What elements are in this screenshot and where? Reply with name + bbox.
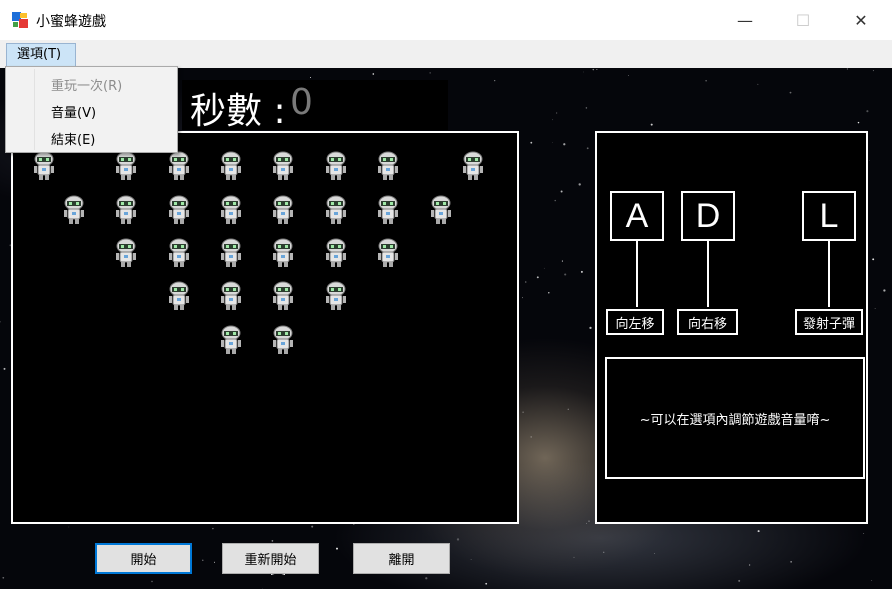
volume-hint: ~可以在選項內調節遊戲音量唷~ (605, 357, 865, 479)
menu-item-replay[interactable]: 重玩一次(R) (51, 75, 122, 94)
close-button[interactable]: ✕ (832, 0, 890, 40)
key-l-box: L (802, 191, 856, 241)
timer-value: 0 (290, 82, 313, 123)
robot-alien-icon (378, 151, 398, 180)
robot-alien-icon (116, 238, 136, 267)
robot-alien-icon (273, 238, 293, 267)
robot-alien-icon (116, 195, 136, 224)
key-a-connector (636, 241, 638, 307)
window-title: 小蜜蜂遊戲 (36, 14, 106, 30)
move-right-label: 向右移 (677, 309, 738, 335)
menu-options[interactable]: 選項(T) (6, 43, 76, 67)
title-bar: 小蜜蜂遊戲 — ☐ ✕ (0, 0, 892, 40)
minimize-icon: — (737, 10, 753, 30)
minimize-button[interactable]: — (716, 0, 774, 40)
robot-alien-icon (431, 195, 451, 224)
robot-alien-icon (64, 195, 84, 224)
robot-alien-icon (169, 238, 189, 267)
robot-alien-icon (221, 238, 241, 267)
robot-alien-icon (273, 151, 293, 180)
robot-alien-icon (169, 281, 189, 310)
robot-alien-icon (273, 195, 293, 224)
game-window: 小蜜蜂遊戲 — ☐ ✕ 選項(T) 秒數 : 0 A D L 向左移 向右移 發… (0, 0, 892, 589)
key-l-connector (828, 241, 830, 307)
restart-button[interactable]: 重新開始 (222, 543, 319, 574)
app-window-icon (12, 12, 28, 28)
robot-alien-icon (221, 195, 241, 224)
start-button[interactable]: 開始 (95, 543, 192, 574)
menu-item-exit[interactable]: 結束(E) (51, 129, 95, 148)
robot-alien-icon (326, 151, 346, 180)
menu-item-volume[interactable]: 音量(V) (51, 102, 96, 121)
robot-alien-icon (169, 151, 189, 180)
menu-icon-gutter (34, 69, 35, 150)
timer-display: 秒數 : 0 (182, 80, 448, 132)
robot-alien-icon (116, 151, 136, 180)
fire-bullet-label: 發射子彈 (795, 309, 863, 335)
close-icon: ✕ (854, 10, 868, 30)
robot-alien-icon (463, 151, 483, 180)
move-left-label: 向左移 (606, 309, 664, 335)
robot-alien-icon (221, 281, 241, 310)
menu-bar (0, 40, 892, 68)
robot-alien-icon (169, 195, 189, 224)
maximize-button[interactable]: ☐ (774, 0, 832, 40)
robot-alien-icon (221, 325, 241, 354)
timer-label: 秒數 : (190, 91, 286, 132)
robot-alien-icon (273, 325, 293, 354)
instructions-panel: A D L 向左移 向右移 發射子彈 ~可以在選項內調節遊戲音量唷~ (595, 131, 868, 524)
robot-alien-icon (378, 195, 398, 224)
key-d-connector (707, 241, 709, 307)
robot-alien-icon (326, 281, 346, 310)
options-dropdown-menu: 重玩一次(R) 音量(V) 結束(E) (5, 66, 178, 153)
leave-button[interactable]: 離開 (353, 543, 450, 574)
key-d-box: D (681, 191, 735, 241)
robot-alien-icon (378, 238, 398, 267)
robot-alien-icon (221, 151, 241, 180)
robot-alien-icon (34, 151, 54, 180)
maximize-icon: ☐ (795, 10, 811, 30)
robot-alien-icon (326, 195, 346, 224)
key-a-box: A (610, 191, 664, 241)
robot-alien-icon (273, 281, 293, 310)
game-area (11, 131, 519, 575)
robot-alien-icon (326, 238, 346, 267)
